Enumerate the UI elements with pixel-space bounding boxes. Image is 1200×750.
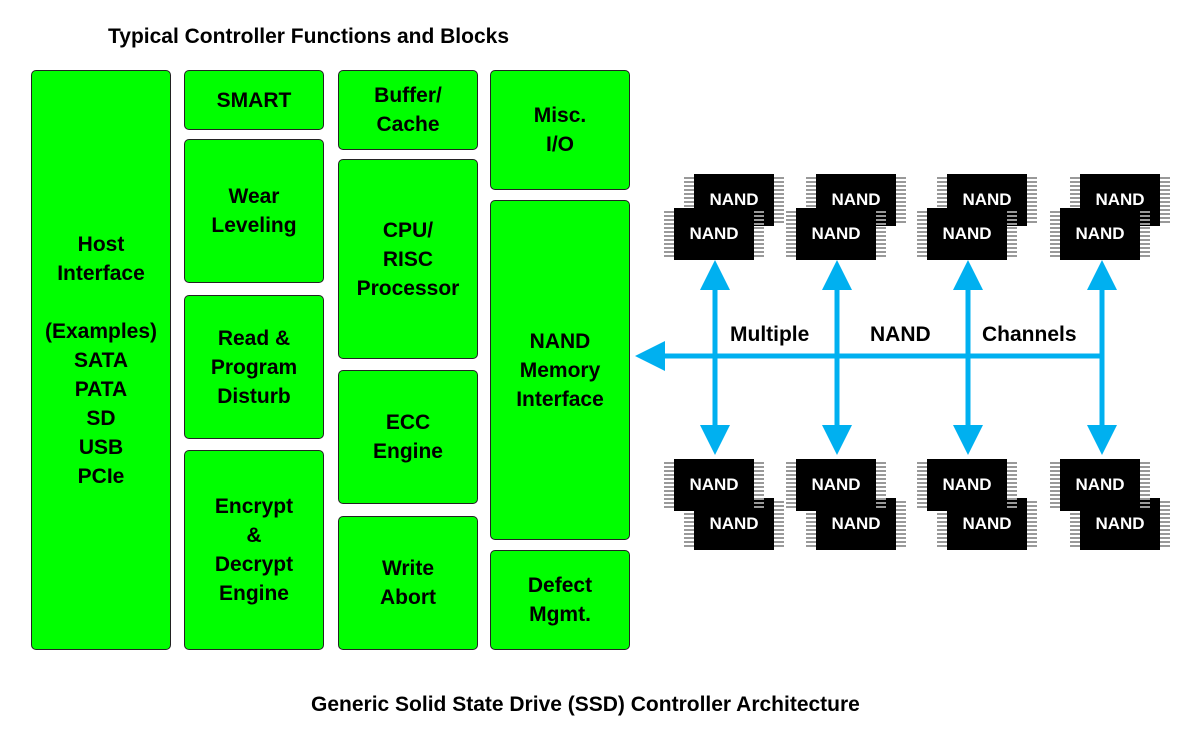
nand-chip-top-front-4: NAND bbox=[1050, 208, 1150, 260]
nand-chip-bottom-front-4: NAND bbox=[1050, 459, 1150, 511]
nand-chip-label: NAND bbox=[689, 224, 739, 243]
nand-chip-label: NAND bbox=[811, 224, 861, 243]
nand-chip-top-front-1: NAND bbox=[664, 208, 764, 260]
channel-label-1: Multiple bbox=[730, 323, 810, 346]
nand-chip-label: NAND bbox=[1075, 224, 1125, 243]
channel-label-3: Channels bbox=[982, 323, 1077, 346]
nand-chip-label: NAND bbox=[942, 224, 992, 243]
nand-chip-bottom-front-2: NAND bbox=[786, 459, 886, 511]
nand-chip-bottom-front-3: NAND bbox=[917, 459, 1017, 511]
nand-chip-label: NAND bbox=[811, 475, 861, 494]
channel-label-2: NAND bbox=[870, 323, 931, 346]
nand-chip-bottom-front-1: NAND bbox=[664, 459, 764, 511]
diagram-caption: Generic Solid State Drive (SSD) Controll… bbox=[311, 693, 860, 716]
nand-chip-label: NAND bbox=[689, 475, 739, 494]
nand-chip-top-front-2: NAND bbox=[786, 208, 886, 260]
nand-chip-top-front-3: NAND bbox=[917, 208, 1017, 260]
channel-arrows bbox=[635, 260, 1117, 455]
nand-chip-label: NAND bbox=[1075, 475, 1125, 494]
nand-chip-label: NAND bbox=[942, 475, 992, 494]
